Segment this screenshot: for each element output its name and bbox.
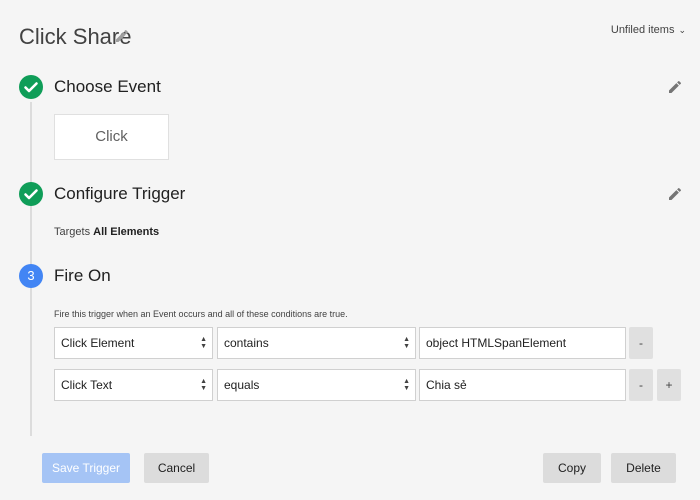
add-condition-button[interactable]: + [657,369,681,401]
targets-summary: Targets All Elements [54,226,159,238]
remove-condition-button[interactable]: - [629,327,653,359]
targets-prefix: Targets [54,226,91,238]
edit-event-pencil-icon[interactable] [667,79,683,95]
step-title-fire-on: Fire On [54,266,111,285]
step-number-badge: 3 [19,264,43,288]
copy-button[interactable]: Copy [543,453,601,483]
unfiled-items-dropdown[interactable]: Unfiled items ⌄ [611,24,686,36]
step-title-choose-event: Choose Event [54,77,161,96]
unfiled-items-label: Unfiled items [610,24,675,36]
select-value: Click Element [61,336,135,350]
condition-operator-select[interactable]: contains ▲ ▼ [217,327,416,359]
step-complete-check-icon [19,75,43,99]
cancel-button[interactable]: Cancel [144,453,209,483]
sort-arrows-icon: ▲ ▼ [200,336,207,350]
targets-value: All Elements [93,226,160,238]
select-value: Click Text [61,378,113,392]
condition-operator-select[interactable]: equals ▲ ▼ [217,369,416,401]
sort-arrows-icon: ▲ ▼ [403,378,410,392]
condition-variable-select[interactable]: Click Text ▲ ▼ [54,369,213,401]
select-value: contains [224,336,269,350]
condition-variable-select[interactable]: Click Element ▲ ▼ [54,327,213,359]
sort-arrows-icon: ▲ ▼ [403,336,410,350]
condition-value-input[interactable]: object HTMLSpanElement [419,327,626,359]
delete-button[interactable]: Delete [611,453,676,483]
event-type-card[interactable]: Click [54,114,169,160]
fire-on-description: Fire this trigger when an Event occurs a… [54,309,348,319]
step-title-configure-trigger: Configure Trigger [54,184,186,203]
chevron-down-icon: ⌄ [678,25,686,35]
pencil-icon[interactable] [114,28,130,44]
step-complete-check-icon [19,182,43,206]
edit-configure-pencil-icon[interactable] [667,186,683,202]
remove-condition-button[interactable]: - [629,369,653,401]
select-value: equals [224,378,260,392]
save-trigger-button[interactable]: Save Trigger [42,453,130,483]
condition-value-input[interactable]: Chia sẻ [419,369,626,401]
sort-arrows-icon: ▲ ▼ [200,378,207,392]
